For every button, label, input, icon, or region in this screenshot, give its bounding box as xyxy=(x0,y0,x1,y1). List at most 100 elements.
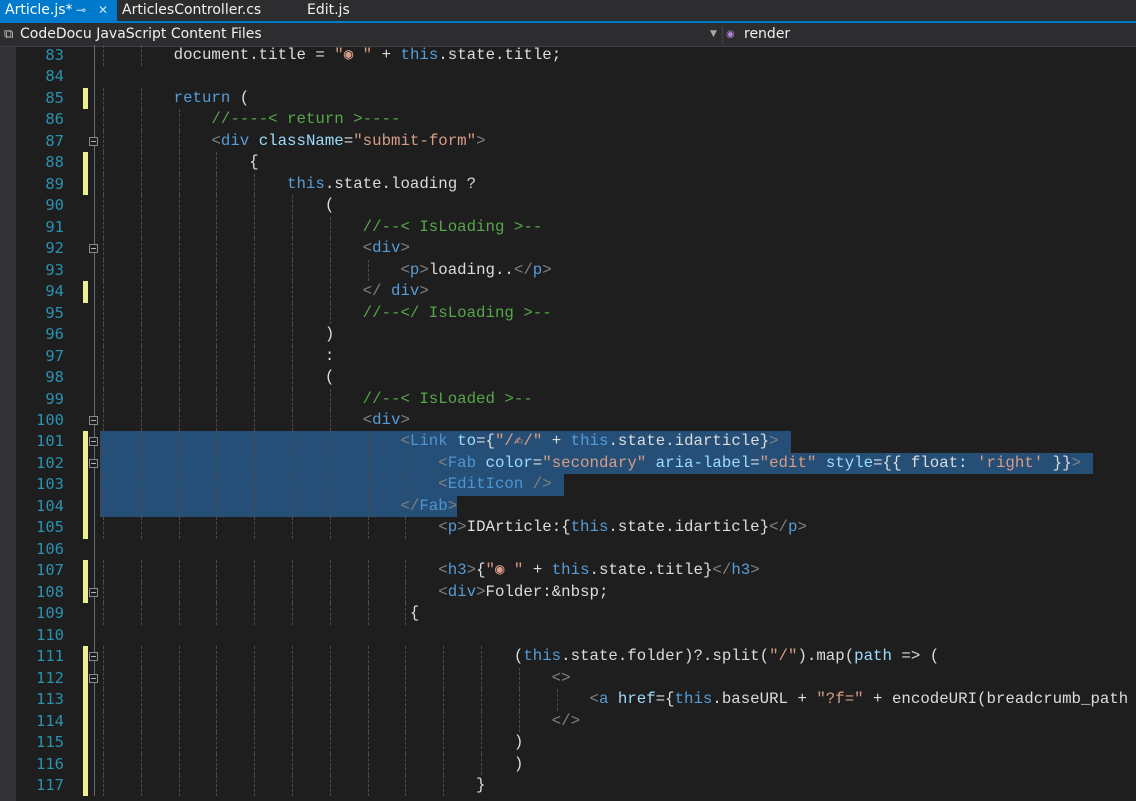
pin-icon[interactable]: ⊸ xyxy=(76,0,86,21)
code-token: </ xyxy=(769,518,788,537)
code-line[interactable]: 114 </> xyxy=(16,710,1136,733)
code-line[interactable]: 91 //--< IsLoading >-- xyxy=(16,216,1136,239)
code-editor[interactable]: 83 document.title = "◉ " + this.state.ti… xyxy=(16,45,1136,801)
collapse-icon[interactable] xyxy=(89,673,98,683)
code-line[interactable]: 98 ( xyxy=(16,367,1136,389)
code-token: < xyxy=(98,239,373,258)
code-text[interactable]: </Fab> xyxy=(98,496,457,517)
project-dropdown[interactable]: ⧉ CodeDocu JavaScript Content Files ▼ xyxy=(0,23,722,46)
code-text[interactable]: { xyxy=(98,603,419,624)
code-line[interactable]: 84 xyxy=(16,66,1136,88)
collapse-icon[interactable] xyxy=(89,587,98,597)
code-line[interactable]: 116 ) xyxy=(16,753,1136,775)
code-token: { xyxy=(476,561,486,580)
code-text[interactable]: } xyxy=(98,775,486,796)
code-text[interactable]: { xyxy=(98,152,258,173)
code-line[interactable]: 110 xyxy=(16,624,1136,647)
tab-articles-controller[interactable]: ArticlesController.cs xyxy=(117,0,297,21)
code-text[interactable]: <p>IDArticle:{this.state.idarticle}</p> xyxy=(98,517,807,538)
outline-line xyxy=(94,281,95,303)
code-text[interactable]: document.title = "◉ " + this.state.title… xyxy=(98,45,562,66)
code-text[interactable]: ( xyxy=(98,195,334,216)
code-line[interactable]: 92 <div> xyxy=(16,238,1136,260)
code-text[interactable]: <EditIcon /> xyxy=(98,474,551,495)
code-line[interactable]: 100 <div> xyxy=(16,409,1136,432)
code-text[interactable]: ) xyxy=(98,754,523,775)
code-text[interactable]: </> xyxy=(98,711,580,732)
code-line[interactable]: 86 //----< return >---- xyxy=(16,109,1136,131)
change-marker xyxy=(83,774,88,797)
chevron-down-icon[interactable]: ▼ xyxy=(710,23,717,46)
collapse-icon[interactable] xyxy=(89,244,98,254)
code-line[interactable]: 113 <a href={this.baseURL + "?f=" + enco… xyxy=(16,689,1136,711)
code-text[interactable]: //----< return >---- xyxy=(98,109,400,130)
code-text[interactable]: <a href={this.baseURL + "?f=" + encodeUR… xyxy=(98,689,1136,710)
code-text[interactable]: <div> xyxy=(98,410,410,431)
code-text[interactable]: <> xyxy=(98,668,571,689)
code-text[interactable]: ) xyxy=(98,324,334,345)
code-text[interactable]: <div> xyxy=(98,238,410,259)
code-line[interactable]: 83 document.title = "◉ " + this.state.ti… xyxy=(16,45,1136,67)
code-line[interactable]: 93 <p>loading..</p> xyxy=(16,259,1136,282)
code-text[interactable]: return ( xyxy=(98,88,250,109)
code-line[interactable]: 96 ) xyxy=(16,324,1136,346)
code-token: "secondary" xyxy=(542,453,647,472)
code-line[interactable]: 108 <div>Folder:&nbsp; xyxy=(16,581,1136,604)
collapse-icon[interactable] xyxy=(89,136,98,146)
code-text[interactable]: ( xyxy=(98,367,334,388)
code-line[interactable]: 97 : xyxy=(16,345,1136,368)
close-icon[interactable]: ✕ xyxy=(98,0,108,21)
code-text[interactable]: <p>loading..</p> xyxy=(98,260,551,281)
code-line[interactable]: 102 <Fab color="secondary" aria-label="e… xyxy=(16,452,1136,475)
line-number: 109 xyxy=(36,604,64,623)
code-line[interactable]: 115 ) xyxy=(16,732,1136,754)
outline-line xyxy=(94,66,95,88)
code-token: .state.idarticle} xyxy=(608,518,770,537)
code-token: "/" xyxy=(769,647,798,666)
code-token: < xyxy=(98,410,373,429)
code-token: path xyxy=(854,647,892,666)
code-token: .state.loading ? xyxy=(324,174,477,193)
code-line[interactable]: 95 //--</ IsLoading >-- xyxy=(16,302,1136,325)
code-line[interactable]: 88 { xyxy=(16,152,1136,174)
code-line[interactable]: 85 return ( xyxy=(16,87,1136,110)
code-line[interactable]: 112 <> xyxy=(16,667,1136,690)
code-text[interactable]: //--< IsLoaded >-- xyxy=(98,389,533,410)
line-number: 100 xyxy=(36,410,64,429)
code-line[interactable]: 106 xyxy=(16,538,1136,561)
collapse-icon[interactable] xyxy=(89,652,98,662)
collapse-icon[interactable] xyxy=(89,458,98,468)
tab-article-js[interactable]: Article.js* ⊸ ✕ xyxy=(0,0,117,21)
code-text[interactable]: //--< IsLoading >-- xyxy=(98,217,543,238)
code-line[interactable]: 87 <div className="submit-form"> xyxy=(16,130,1136,153)
code-text[interactable]: (this.state.folder)?.split("/").map(path… xyxy=(98,646,939,667)
code-text[interactable]: <Fab color="secondary" aria-label="edit"… xyxy=(98,453,1081,474)
collapse-icon[interactable] xyxy=(89,437,98,447)
code-line[interactable]: 94 </ div> xyxy=(16,281,1136,303)
code-line[interactable]: 99 //--< IsLoaded >-- xyxy=(16,388,1136,410)
code-text[interactable]: ) xyxy=(98,732,523,753)
code-text[interactable]: </ div> xyxy=(98,281,429,302)
code-text[interactable]: <h3>{"◉ " + this.state.title}</h3> xyxy=(98,560,759,581)
code-line[interactable]: 104 </Fab> xyxy=(16,495,1136,518)
line-number: 117 xyxy=(36,775,64,794)
code-line[interactable]: 117 } xyxy=(16,774,1136,797)
code-line[interactable]: 101 <Link to={"/✍/" + this.state.idartic… xyxy=(16,431,1136,453)
code-text[interactable]: <div className="submit-form"> xyxy=(98,131,485,152)
code-text[interactable]: : xyxy=(98,346,334,367)
code-line[interactable]: 103 <EditIcon /> xyxy=(16,474,1136,496)
code-line[interactable]: 111 (this.state.folder)?.split("/").map(… xyxy=(16,646,1136,668)
code-text[interactable]: this.state.loading ? xyxy=(98,174,476,195)
code-line[interactable]: 89 this.state.loading ? xyxy=(16,173,1136,196)
code-token: } xyxy=(98,775,486,794)
code-text[interactable]: <Link to={"/✍/" + this.state.idarticle}> xyxy=(98,431,778,452)
code-line[interactable]: 90 ( xyxy=(16,195,1136,217)
code-line[interactable]: 107 <h3>{"◉ " + this.state.title}</h3> xyxy=(16,560,1136,582)
change-marker xyxy=(83,689,88,711)
tab-edit-js[interactable]: Edit.js xyxy=(302,0,382,21)
code-line[interactable]: 105 <p>IDArticle:{this.state.idarticle}<… xyxy=(16,517,1136,539)
code-text[interactable]: //--</ IsLoading >-- xyxy=(98,303,552,324)
code-text[interactable]: <div>Folder:&nbsp; xyxy=(98,582,608,603)
collapse-icon[interactable] xyxy=(89,415,98,425)
code-line[interactable]: 109 { xyxy=(16,603,1136,625)
